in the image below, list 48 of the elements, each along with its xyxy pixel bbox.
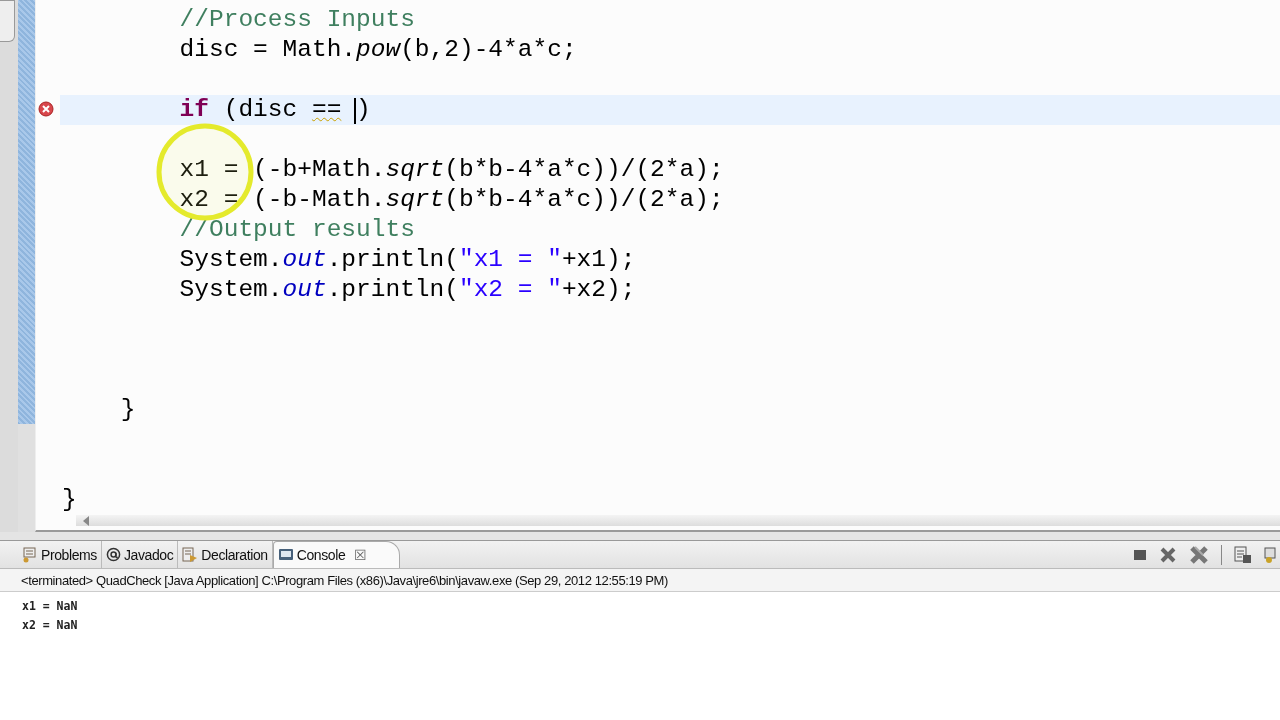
- scroll-left-icon[interactable]: [82, 515, 90, 526]
- horizontal-scrollbar[interactable]: [76, 515, 1280, 526]
- error-icon[interactable]: [38, 101, 54, 117]
- code-text: (b,2)-4*a*c;: [400, 36, 577, 63]
- panel-tab[interactable]: Declaration: [178, 541, 273, 568]
- document-icon[interactable]: [1234, 545, 1252, 564]
- close-tab-button[interactable]: ☒: [354, 547, 367, 563]
- code-text: +x2);: [561, 276, 636, 303]
- code-text: .println(: [326, 246, 459, 273]
- code-text: disc = Math.: [179, 36, 357, 63]
- code-text: }: [120, 396, 136, 423]
- monitor-icon: [277, 547, 294, 563]
- code-text: if: [179, 96, 209, 123]
- panel-tab[interactable]: Console ☒: [272, 541, 400, 568]
- code-text: (disc: [222, 96, 299, 123]
- code-text: }: [62, 486, 77, 513]
- code-text: out: [282, 246, 327, 273]
- code-text: x1 = (-b+Math.: [179, 156, 386, 183]
- terminate-icon[interactable]: [1133, 547, 1147, 562]
- code-text: "x1 = ": [458, 246, 562, 273]
- console-output-line: x1 = NaN: [22, 598, 79, 615]
- code-comment: //Output results: [179, 216, 415, 243]
- code-text: sqrt: [385, 156, 445, 183]
- remove-launch-icon[interactable]: [1159, 546, 1177, 563]
- code-text: "x2 = ": [458, 276, 562, 303]
- panel-tab[interactable]: Javadoc: [101, 541, 179, 568]
- at-sign-icon: [105, 547, 121, 562]
- code-text: (b*b-4*a*c))/(2*a);: [444, 156, 724, 183]
- error-underlined-code: ==: [311, 96, 342, 123]
- code-text: out: [282, 276, 327, 303]
- code-text: pow: [356, 36, 401, 63]
- document-arrow-icon: [182, 546, 199, 563]
- code-text: (b*b-4*a*c))/(2*a);: [444, 186, 724, 213]
- launch-status: <terminated> QuadCheck [Java Application] C:\Program Files (x86)\Java\jre6\bin\javaw.exe (Sep 29, 2012 12:55:19 PM): [0, 569, 1280, 592]
- editor-tab-corner: [0, 0, 15, 42]
- remove-all-icon[interactable]: [1189, 545, 1209, 564]
- code-text: +x1);: [561, 246, 636, 273]
- code-text: ): [353, 96, 371, 123]
- code-text: System.: [179, 276, 283, 303]
- code-text: sqrt: [385, 186, 445, 213]
- console-output-line: x2 = NaN: [22, 617, 79, 634]
- panel-tab[interactable]: Problems: [18, 541, 102, 568]
- code-text: System.: [179, 246, 283, 273]
- warning-list-icon: [22, 546, 38, 563]
- code-text: x2 = (-b-Math.: [179, 186, 386, 213]
- code-comment: //Process Inputs: [179, 6, 415, 33]
- code-editor[interactable]: [35, 0, 1280, 532]
- code-text: .println(: [326, 276, 459, 303]
